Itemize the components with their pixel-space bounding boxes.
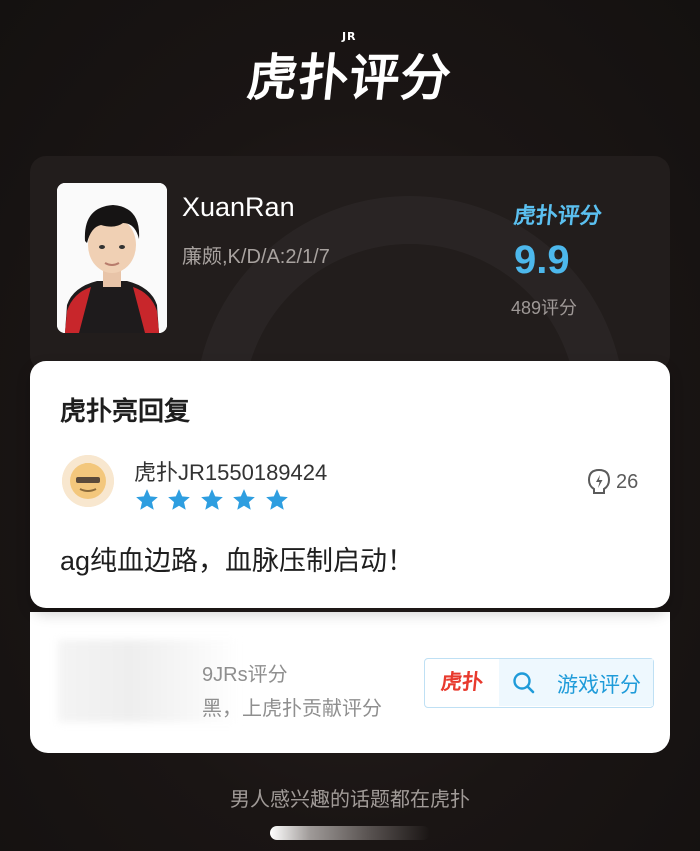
section-title: 虎扑亮回复 — [60, 396, 191, 426]
logo-text: 虎扑评分 — [244, 49, 455, 107]
contribute-text: 黑，上虎扑贡献评分 — [202, 698, 382, 720]
app-logo: 虎扑评分 JR — [0, 30, 700, 110]
search-icon — [513, 672, 535, 694]
star-icon — [136, 489, 158, 510]
game-rating-button[interactable]: 虎扑 游戏评分 — [424, 658, 654, 708]
hupu-logo: 虎扑 — [439, 670, 485, 694]
comment-text: ag纯血边路，血脉压制启动！ — [60, 546, 415, 576]
logo-badge: JR — [341, 30, 357, 43]
like-count: 26 — [616, 471, 639, 493]
player-panel: XuanRan 廉颇,K/D/A:2/1/7 虎扑评分 9.9 489评分 — [30, 156, 670, 371]
player-stats: 廉颇,K/D/A:2/1/7 — [182, 246, 330, 268]
game-rating-search: 游戏评分 — [499, 659, 653, 706]
top-reply-card: 虎扑亮回复 虎扑JR1550189424 26 ag纯血边路，血脉压制启动！ — [30, 361, 670, 608]
player-name: XuanRan — [182, 192, 295, 222]
star-icon — [201, 489, 223, 510]
player-portrait-icon — [57, 183, 167, 333]
lightbulb-icon — [587, 468, 611, 494]
user-avatar[interactable] — [62, 455, 114, 507]
jrs-rating-text: 9JRs评分 — [202, 664, 288, 686]
loading-indicator — [270, 826, 430, 840]
star-icon — [265, 489, 288, 510]
rating-count: 489评分 — [511, 298, 578, 318]
player-score: 9.9 — [514, 238, 570, 282]
username[interactable]: 虎扑JR1550189424 — [134, 455, 327, 487]
score-brand-label: 虎扑评分 — [512, 204, 604, 229]
game-rating-label: 游戏评分 — [557, 674, 641, 697]
player-avatar — [57, 183, 167, 333]
footer-tagline: 男人感兴趣的话题都在虎扑 — [230, 789, 470, 811]
star-icon — [233, 489, 256, 510]
rating-stars — [134, 487, 292, 513]
like-button[interactable]: 26 — [586, 468, 638, 496]
star-icon — [168, 489, 191, 510]
promo-card: 9JRs评分 黑，上虎扑贡献评分 虎扑 游戏评分 — [30, 612, 670, 753]
avatar-icon — [62, 455, 114, 507]
